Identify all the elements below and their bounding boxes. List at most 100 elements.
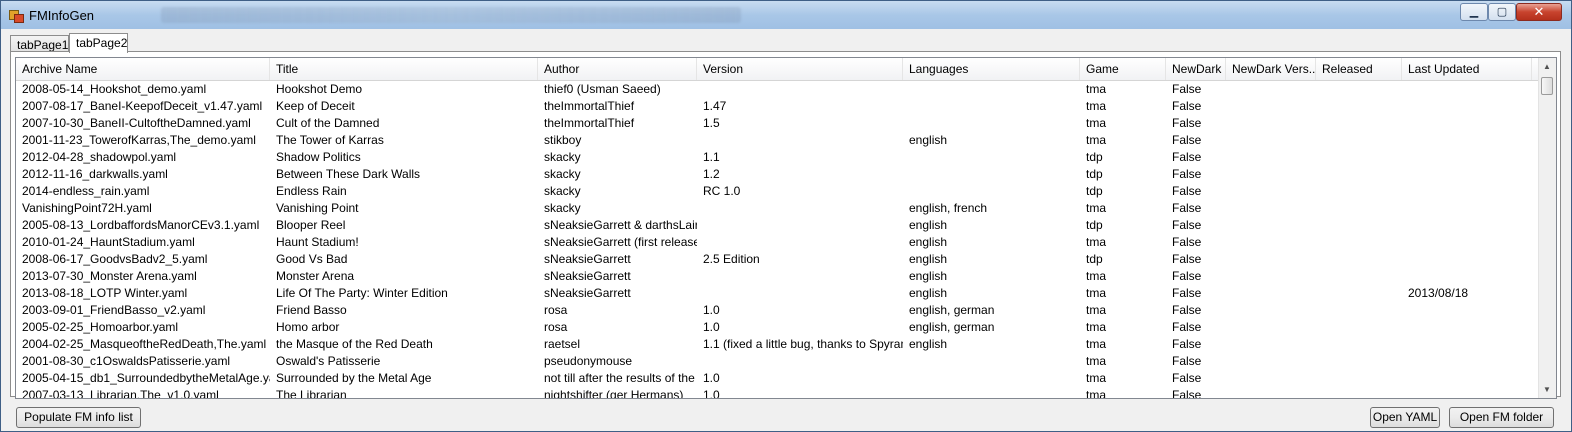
column-header[interactable]: Title [270, 58, 538, 80]
table-cell: english [909, 235, 948, 249]
column-header[interactable]: Author [538, 58, 697, 80]
table-cell [903, 387, 1080, 398]
table-cell: False [1172, 388, 1202, 399]
table-row[interactable]: 2004-02-25_MasqueoftheRedDeath,The.yaml t… [16, 336, 1541, 353]
table-cell [1402, 302, 1532, 319]
table-cell: Surrounded by the Metal Age [276, 371, 432, 385]
table-row[interactable]: 2008-05-14_Hookshot_demo.yaml Hookshot De… [16, 81, 1541, 98]
table-cell [1402, 319, 1532, 336]
table-cell: False [1172, 371, 1202, 385]
table-cell: thief0 (Usman Saeed) [544, 82, 661, 96]
table-cell [1226, 81, 1316, 98]
table-cell [1226, 302, 1316, 319]
table-cell [1226, 387, 1316, 398]
table-cell: english [909, 252, 948, 266]
table-row[interactable]: 2003-09-01_FriendBasso_v2.yaml Friend Bas… [16, 302, 1541, 319]
table-cell [697, 81, 903, 98]
column-header[interactable]: Version [697, 58, 903, 80]
table-cell [903, 149, 1080, 166]
column-header[interactable]: NewDark [1166, 58, 1226, 80]
vertical-scrollbar[interactable]: ▲ ▼ [1538, 58, 1556, 398]
table-row[interactable]: 2005-02-25_Homoarbor.yaml Homo arbor rosa 1… [16, 319, 1541, 336]
table-cell [1226, 353, 1316, 370]
table-cell: False [1172, 235, 1202, 249]
table-cell: Homo arbor [276, 320, 340, 334]
close-button[interactable]: ✕ [1516, 3, 1562, 21]
table-cell: tma [1086, 269, 1107, 283]
table-cell [697, 353, 903, 370]
table-row[interactable]: 2012-11-16_darkwalls.yaml Between These D… [16, 166, 1541, 183]
table-row[interactable]: 2014-endless_rain.yaml Endless Rain skacky… [16, 183, 1541, 200]
maximize-button[interactable]: ▢ [1488, 3, 1516, 21]
table-cell [1402, 183, 1532, 200]
table-cell: The Librarian [276, 388, 347, 399]
open-fm-folder-button[interactable]: Open FM folder [1449, 407, 1554, 428]
column-header[interactable]: Archive Name [16, 58, 270, 80]
column-header[interactable]: NewDark Vers... [1226, 58, 1316, 80]
table-cell: english, german [909, 320, 995, 334]
column-header[interactable]: Released [1316, 58, 1402, 80]
table-row[interactable]: 2005-08-13_LordbaffordsManorCEv3.1.yaml B… [16, 217, 1541, 234]
tab-page2[interactable]: tabPage2 [69, 33, 128, 53]
table-row[interactable]: 2001-08-30_c1OswaldsPatisserie.yaml Oswal… [16, 353, 1541, 370]
table-cell [1402, 336, 1532, 353]
table-cell [1402, 217, 1532, 234]
table-cell: Vanishing Point [276, 201, 359, 215]
table-cell: sNeaksieGarrett & darthsLair ... [544, 218, 697, 232]
minimize-button[interactable]: ▁ [1460, 3, 1488, 21]
table-cell [1402, 370, 1532, 387]
table-cell [1226, 251, 1316, 268]
scroll-down-icon[interactable]: ▼ [1539, 381, 1555, 398]
table-cell: skacky [544, 150, 581, 164]
table-row[interactable]: VanishingPoint72H.yaml Vanishing Point ska… [16, 200, 1541, 217]
table-cell [1402, 251, 1532, 268]
column-header[interactable]: Languages [903, 58, 1080, 80]
table-row[interactable]: 2010-01-24_HauntStadium.yaml Haunt Stadiu… [16, 234, 1541, 251]
column-header[interactable]: Game [1080, 58, 1166, 80]
table-cell: not till after the results of the ... [544, 371, 697, 385]
title-bar[interactable]: FMInfoGen ▁ ▢ ✕ [1, 1, 1571, 29]
table-row[interactable]: 2001-11-23_TowerofKarras,The_demo.yaml Th… [16, 132, 1541, 149]
scroll-thumb[interactable] [1541, 77, 1553, 95]
table-row[interactable]: 2012-04-28_shadowpol.yaml Shadow Politics… [16, 149, 1541, 166]
table-cell [697, 285, 903, 302]
table-cell: Life Of The Party: Winter Edition [276, 286, 448, 300]
table-cell: tma [1086, 354, 1107, 368]
table-cell: 2013-08-18_LOTP Winter.yaml [22, 286, 188, 300]
table-cell [1402, 353, 1532, 370]
table-cell: tma [1086, 133, 1107, 147]
table-row[interactable]: 2007-03-13_Librarian,The_v1.0.yaml The Li… [16, 387, 1541, 399]
table-cell: VanishingPoint72H.yaml [22, 201, 152, 215]
table-cell: RC 1.0 [703, 184, 741, 198]
table-cell: False [1172, 116, 1202, 130]
table-row[interactable]: 2007-10-30_BaneII-CultoftheDamned.yaml Cu… [16, 115, 1541, 132]
table-cell: 1.1 (fixed a little bug, thanks to Spyra… [703, 337, 903, 351]
open-yaml-button[interactable]: Open YAML [1370, 407, 1440, 428]
table-cell: tdp [1086, 218, 1103, 232]
table-cell [697, 234, 903, 251]
populate-fm-info-button[interactable]: Populate FM info list [16, 407, 141, 428]
table-row[interactable]: 2008-06-17_GoodvsBadv2_5.yaml Good Vs Bad… [16, 251, 1541, 268]
table-row[interactable]: 2013-07-30_Monster Arena.yaml Monster Are… [16, 268, 1541, 285]
table-cell [697, 268, 903, 285]
table-cell [903, 370, 1080, 387]
fm-info-grid[interactable]: Archive Name Title Author Version Languages G… [15, 57, 1557, 399]
table-row[interactable]: 2007-08-17_BaneI-KeepofDeceit_v1.47.yaml… [16, 98, 1541, 115]
table-cell: False [1172, 269, 1202, 283]
table-cell [697, 200, 903, 217]
table-cell [1316, 302, 1402, 319]
table-cell: 2007-03-13_Librarian,The_v1.0.yaml [22, 388, 219, 399]
table-row[interactable]: 2013-08-18_LOTP Winter.yaml Life Of The P… [16, 285, 1541, 302]
table-row[interactable]: 2005-04-15_db1_SurroundedbytheMetalAge.y… [16, 370, 1541, 387]
table-cell: Shadow Politics [276, 150, 361, 164]
column-header[interactable]: Last Updated [1402, 58, 1532, 80]
table-cell [1226, 200, 1316, 217]
table-cell: tma [1086, 371, 1107, 385]
table-cell [1226, 149, 1316, 166]
minimize-icon: ▁ [1469, 6, 1479, 18]
tab-page1[interactable]: tabPage1 [10, 35, 69, 52]
table-cell: rosa [544, 320, 568, 334]
scroll-up-icon[interactable]: ▲ [1539, 58, 1555, 75]
table-cell: tma [1086, 201, 1107, 215]
app-icon [9, 8, 24, 23]
